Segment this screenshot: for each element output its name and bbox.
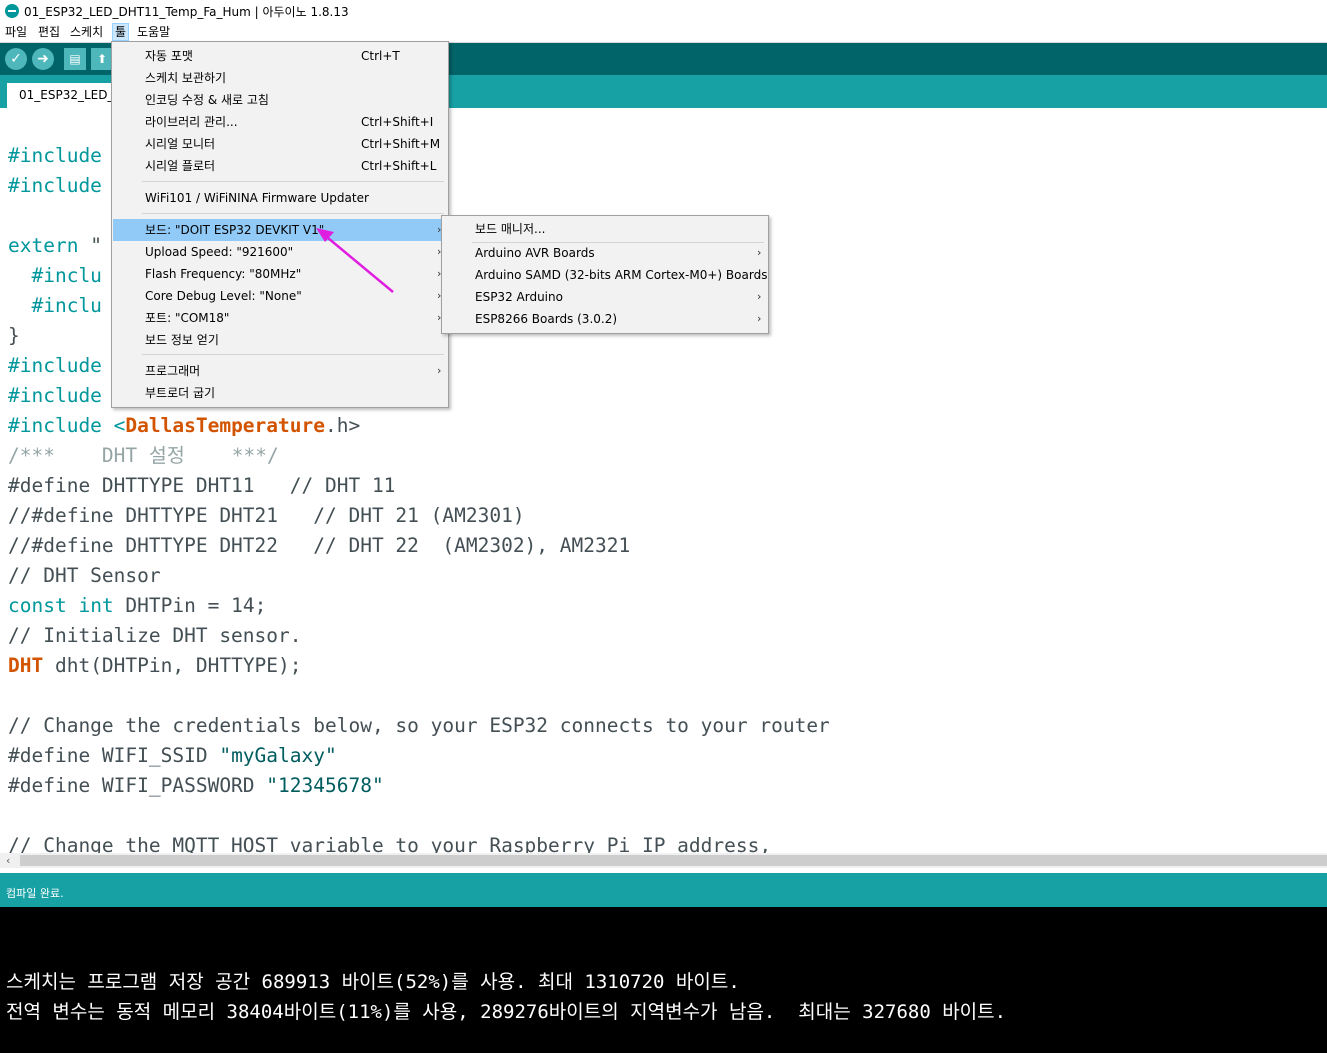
code-line: //#define DHTTYPE DHT21 // DHT 21 (AM230… xyxy=(8,504,525,527)
console-line: 전역 변수는 동적 메모리 38404바이트(11%)를 사용, 289276바… xyxy=(6,1001,1007,1023)
submenu-item-samd-boards[interactable]: Arduino SAMD (32-bits ARM Cortex-M0+) Bo… xyxy=(443,264,767,286)
code-line: // Change the MQTT_HOST variable to your… xyxy=(8,834,772,853)
code-line: // Change the credentials below, so your… xyxy=(8,714,830,737)
menu-tools[interactable]: 툴 xyxy=(112,23,130,41)
chevron-right-icon: › xyxy=(757,246,762,259)
title-bar: 01_ESP32_LED_DHT11_Temp_Fa_Hum | 아두이노 1.… xyxy=(0,0,1327,22)
code-line: } xyxy=(8,324,20,347)
submenu-item-avr-boards[interactable]: Arduino AVR Boards › xyxy=(443,242,765,264)
menu-sketch[interactable]: 스케치 xyxy=(68,24,105,40)
menu-item-manage-libraries[interactable]: 라이브러리 관리... Ctrl+Shift+I xyxy=(113,111,445,133)
chevron-right-icon: › xyxy=(757,312,762,325)
code-line: #include <DallasTemperature.h> xyxy=(8,414,361,437)
scrollbar-thumb[interactable] xyxy=(20,855,1327,866)
submenu-item-esp32-arduino[interactable]: ESP32 Arduino › xyxy=(443,286,765,308)
menu-item-port[interactable]: 포트: "COM18" › xyxy=(113,307,445,329)
upload-icon[interactable]: ➜ xyxy=(32,48,54,70)
console-output: 스케치는 프로그램 저장 공간 689913 바이트(52%)를 사용. 최대 … xyxy=(0,907,1327,1053)
menu-item-firmware-updater[interactable]: WiFi101 / WiFiNINA Firmware Updater xyxy=(113,187,445,209)
code-line: DHT dht(DHTPin, DHTTYPE); xyxy=(8,654,302,677)
menu-item-auto-format[interactable]: 자동 포맷 Ctrl+T xyxy=(113,45,445,67)
menu-item-burn-bootloader[interactable]: 부트로더 굽기 xyxy=(113,382,445,404)
console-line: 스케치는 프로그램 저장 공간 689913 바이트(52%)를 사용. 최대 … xyxy=(6,971,740,993)
new-sketch-icon[interactable]: ▤ xyxy=(64,48,86,70)
open-sketch-icon[interactable]: ⬆ xyxy=(91,48,113,70)
code-line: #inclu xyxy=(8,294,102,317)
menu-edit[interactable]: 편집 xyxy=(36,24,62,40)
code-line: #include xyxy=(8,354,102,377)
verify-icon[interactable]: ✓ xyxy=(5,48,27,70)
menu-separator xyxy=(142,213,444,214)
board-submenu: 보드 매니저... Arduino AVR Boards › Arduino SA… xyxy=(441,215,769,334)
chevron-right-icon: › xyxy=(757,290,762,303)
menu-separator xyxy=(142,181,444,182)
chevron-right-icon: › xyxy=(437,364,442,377)
code-line: #include xyxy=(8,144,102,167)
code-line: // Initialize DHT sensor. xyxy=(8,624,302,647)
code-line: #define DHTTYPE DHT11 // DHT 11 xyxy=(8,474,396,497)
menu-item-archive-sketch[interactable]: 스케치 보관하기 xyxy=(113,67,445,89)
menu-bar: 파일 편집 스케치 툴 도움말 xyxy=(0,22,1327,43)
tab-sketch[interactable]: 01_ESP32_LED_DHT11_Temp_Fa_Hum xyxy=(7,83,111,108)
code-line: const int DHTPin = 14; xyxy=(8,594,267,617)
code-line: extern " xyxy=(8,234,102,257)
annotation-arrow-icon xyxy=(316,228,394,293)
submenu-item-esp8266-boards[interactable]: ESP8266 Boards (3.0.2) › xyxy=(443,308,765,330)
code-line: //#define DHTTYPE DHT22 // DHT 22 (AM230… xyxy=(8,534,631,557)
code-line: #include xyxy=(8,174,102,197)
code-line: /*** DHT 설정 ***/ xyxy=(8,444,279,467)
status-message: 컴파일 완료. xyxy=(6,887,64,900)
menu-item-programmer[interactable]: 프로그래머 › xyxy=(113,360,445,382)
menu-item-serial-monitor[interactable]: 시리얼 모니터 Ctrl+Shift+M xyxy=(113,133,445,155)
status-bar: 컴파일 완료. xyxy=(0,873,1327,907)
code-line: #define WIFI_SSID "myGalaxy" xyxy=(8,744,337,767)
menu-item-board-info[interactable]: 보드 정보 얻기 xyxy=(113,329,445,351)
scroll-left-icon[interactable]: ‹ xyxy=(6,853,10,868)
window-title: 01_ESP32_LED_DHT11_Temp_Fa_Hum | 아두이노 1.… xyxy=(24,5,349,19)
code-line: #inclu xyxy=(8,264,102,287)
menu-item-fix-encoding[interactable]: 인코딩 수정 & 새로 고침 xyxy=(113,89,445,111)
menu-help[interactable]: 도움말 xyxy=(135,24,172,40)
chevron-right-icon: › xyxy=(757,268,762,281)
menu-separator xyxy=(142,354,444,355)
submenu-item-board-manager[interactable]: 보드 매니저... xyxy=(443,218,765,240)
horizontal-scrollbar[interactable]: ‹ xyxy=(0,853,1327,868)
arduino-app-icon xyxy=(5,4,19,18)
menu-file[interactable]: 파일 xyxy=(3,24,29,40)
menu-item-serial-plotter[interactable]: 시리얼 플로터 Ctrl+Shift+L xyxy=(113,155,445,177)
code-line: // DHT Sensor xyxy=(8,564,161,587)
code-line: #include xyxy=(8,384,102,407)
code-line: #define WIFI_PASSWORD "12345678" xyxy=(8,774,384,797)
